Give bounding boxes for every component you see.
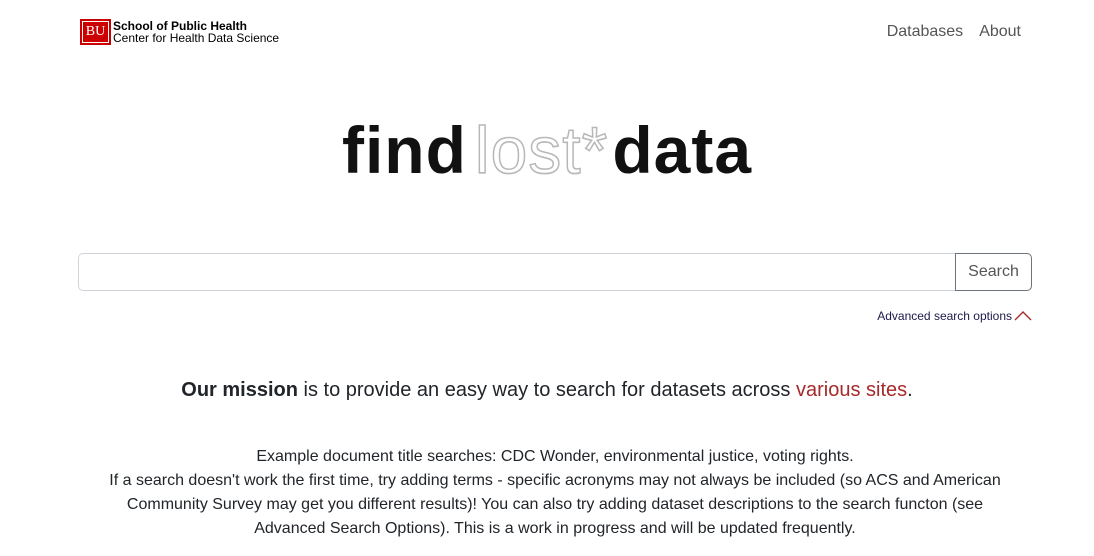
hero-word-data: data <box>612 113 753 187</box>
search-button[interactable]: Search <box>955 253 1032 291</box>
brand[interactable]: BU School of Public Health Center for He… <box>80 19 279 45</box>
hero-title: find lost*data <box>0 112 1094 188</box>
various-sites-link[interactable]: various sites <box>796 379 907 401</box>
search-tips: Example document title searches: CDC Won… <box>90 445 1020 541</box>
search-bar: Search <box>78 253 1032 291</box>
bu-logo: BU <box>80 19 111 45</box>
mission-end: . <box>907 379 913 401</box>
example-searches: Example document title searches: CDC Won… <box>256 448 854 465</box>
advanced-search-label: Advanced search options <box>877 309 1012 323</box>
search-help-text: If a search doesn't work the first time,… <box>109 472 1001 537</box>
brand-text: School of Public Health Center for Healt… <box>113 20 279 44</box>
hero-word-lost: lost* <box>474 112 609 188</box>
chevron-up-icon <box>1014 311 1032 321</box>
mission-statement: Our mission is to provide an easy way to… <box>0 377 1094 403</box>
advanced-search-toggle[interactable]: Advanced search options <box>877 309 1032 323</box>
brand-line2: Center for Health Data Science <box>113 31 280 45</box>
mission-bold: Our mission <box>181 379 298 401</box>
nav-about[interactable]: About <box>979 22 1021 42</box>
mission-text: is to provide an easy way to search for … <box>297 379 796 401</box>
header: BU School of Public Health Center for He… <box>0 0 1094 64</box>
hero-word-find: find <box>341 113 467 187</box>
search-input[interactable] <box>78 253 955 291</box>
main-nav: Databases About <box>887 22 1021 42</box>
nav-databases[interactable]: Databases <box>887 22 964 42</box>
